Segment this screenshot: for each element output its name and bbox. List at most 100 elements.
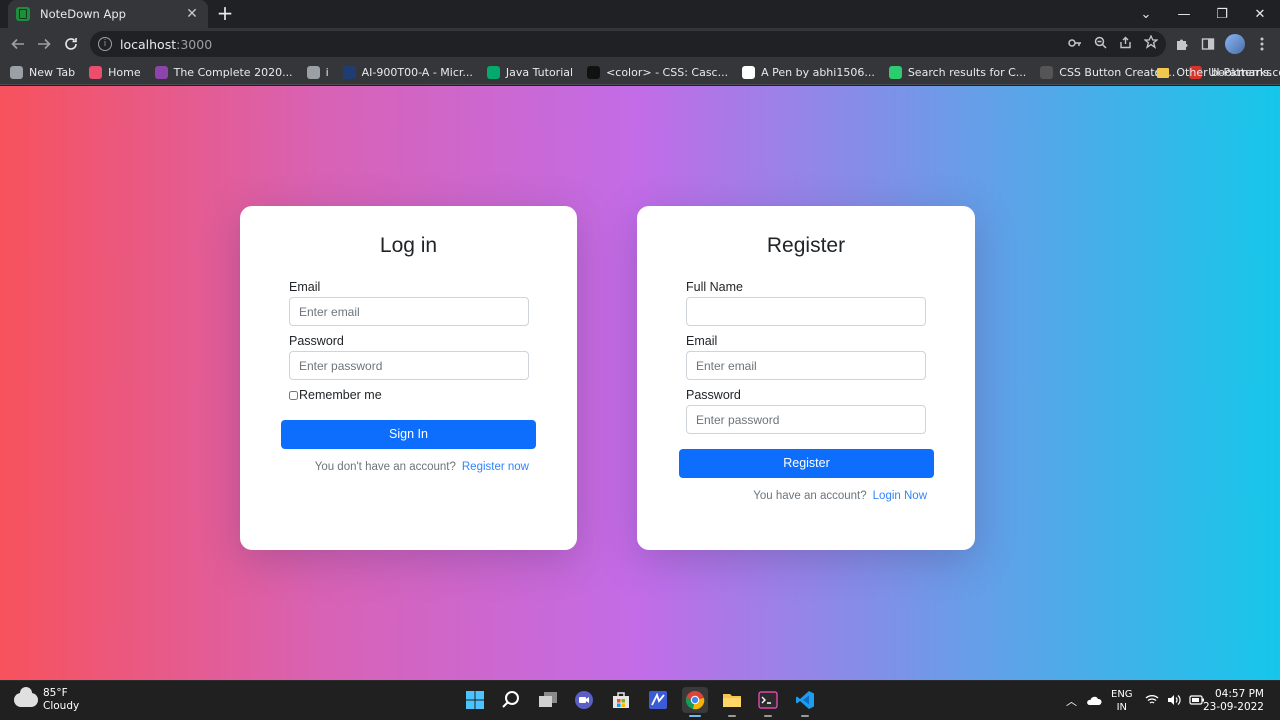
bookmark-favicon-icon (10, 65, 23, 79)
address-bar[interactable]: i localhost:3000 (90, 31, 1166, 57)
bookmark-item[interactable]: Home (89, 65, 141, 79)
remember-me-label: Remember me (299, 388, 382, 402)
register-password-input[interactable] (686, 405, 926, 434)
bookmark-item[interactable]: Java Tutorial (486, 65, 573, 79)
wifi-icon (1145, 694, 1159, 708)
maximize-button[interactable]: ❐ (1203, 0, 1241, 28)
weather-temp: 85°F (43, 687, 68, 699)
sign-in-button[interactable]: Sign In (281, 420, 536, 449)
register-email-input[interactable] (686, 351, 926, 380)
bookmark-item[interactable]: New Tab (10, 65, 76, 79)
tray-overflow-icon[interactable]: ︿ (1066, 681, 1077, 720)
page-viewport: Log in Email Password Remember me Sign I… (0, 86, 1280, 680)
minimize-button[interactable]: — (1165, 0, 1203, 28)
bookmarks-bar: New Tab Home The Complete 2020... i AI-9… (0, 60, 1280, 85)
tab-strip: NoteDown App ✕ + ⌄ — ❐ ✕ (0, 0, 1280, 28)
search-icon[interactable] (498, 687, 524, 713)
login-prompt: You have an account? Login Now (753, 490, 927, 502)
bookmark-favicon-icon (306, 65, 320, 79)
weather-condition: Cloudy (43, 700, 80, 712)
browser-toolbar: i localhost:3000 (0, 28, 1280, 60)
login-now-link[interactable]: Login Now (873, 490, 927, 502)
browser-menu-icon[interactable] (1250, 32, 1274, 56)
language-indicator[interactable]: ENG IN (1111, 681, 1133, 720)
system-clock[interactable]: 04:57 PM 23-09-2022 (1203, 688, 1264, 714)
bookmark-star-icon[interactable] (1143, 34, 1159, 53)
remember-me-checkbox[interactable] (289, 390, 298, 400)
teams-chat-icon[interactable] (571, 687, 597, 713)
bookmark-item[interactable]: AI-900T00-A - Micr... (342, 65, 473, 79)
microsoft-store-icon[interactable] (608, 687, 634, 713)
bookmark-item[interactable]: i (306, 65, 329, 79)
bookmark-favicon-icon (89, 65, 103, 79)
close-window-button[interactable]: ✕ (1241, 0, 1279, 28)
clock-date: 23-09-2022 (1202, 701, 1264, 713)
login-email-input[interactable] (289, 297, 529, 326)
login-password-input[interactable] (289, 351, 529, 380)
onedrive-cloud-icon[interactable] (1086, 681, 1102, 720)
other-bookmarks-label: Other bookmarks (1176, 66, 1272, 79)
tab-search-icon[interactable]: ⌄ (1127, 0, 1165, 28)
bookmark-label: Search results for C... (907, 65, 1027, 79)
reload-icon[interactable] (59, 32, 83, 56)
bookmark-favicon-icon (486, 65, 500, 79)
active-app-indicator (689, 715, 701, 717)
tab-title: NoteDown App (40, 7, 126, 21)
weather-widget[interactable]: 85°F Cloudy (14, 687, 79, 713)
register-prompt-text: You don't have an account? (314, 461, 456, 473)
profile-avatar[interactable] (1223, 32, 1247, 56)
task-view-icon[interactable] (535, 687, 561, 713)
chrome-icon[interactable] (682, 687, 708, 717)
start-windows-icon[interactable] (462, 687, 488, 713)
register-now-link[interactable]: Register now (462, 461, 529, 473)
register-card: Register Full Name Email Password Regist… (637, 206, 975, 550)
vscode-icon[interactable] (792, 687, 818, 717)
browser-tab[interactable]: NoteDown App ✕ (8, 0, 208, 28)
taskbar: 85°F Cloudy ︿ ENG IN 04:57 PM 23-09-2022 (0, 680, 1280, 720)
bookmark-label: A Pen by abhi1506... (761, 65, 875, 79)
register-title: Register (766, 234, 846, 257)
remember-me[interactable]: Remember me (289, 388, 382, 402)
file-explorer-icon[interactable] (719, 687, 745, 717)
bookmark-label: New Tab (29, 65, 76, 79)
register-name-input[interactable] (686, 297, 926, 326)
zoom-icon[interactable] (1094, 36, 1107, 53)
side-panel-icon[interactable] (1196, 32, 1220, 56)
url-port: :3000 (176, 36, 213, 52)
bookmark-item[interactable]: <color> - CSS: Casc... (587, 65, 729, 79)
language-region: IN (1116, 702, 1127, 713)
system-status-group[interactable] (1145, 681, 1205, 720)
share-icon[interactable] (1119, 36, 1132, 53)
back-arrow-icon[interactable] (6, 32, 30, 56)
terminal-icon[interactable] (755, 687, 781, 717)
bookmark-favicon-icon (1040, 65, 1054, 79)
new-tab-button[interactable]: + (214, 3, 236, 25)
notedown-favicon-icon (16, 7, 30, 21)
clock-time: 04:57 PM (1215, 688, 1264, 700)
login-card: Log in Email Password Remember me Sign I… (240, 206, 577, 550)
extensions-puzzle-icon[interactable] (1170, 32, 1194, 56)
bookmark-label: AI-900T00-A - Micr... (361, 65, 473, 79)
forward-arrow-icon[interactable] (32, 32, 56, 56)
bookmark-item[interactable]: Search results for C... (888, 65, 1027, 79)
bookmark-favicon-icon (888, 65, 902, 79)
bookmark-favicon-icon (742, 65, 756, 79)
bookmark-item[interactable]: The Complete 2020... (154, 65, 293, 79)
bookmark-favicon-icon (154, 65, 168, 79)
bookmark-item[interactable]: A Pen by abhi1506... (742, 65, 875, 79)
url-host: localhost (120, 36, 177, 52)
bookmark-label: Home (108, 65, 141, 79)
running-app-indicator (764, 715, 772, 717)
register-name-label: Full Name (686, 280, 743, 294)
tab-close-icon[interactable]: ✕ (184, 6, 200, 22)
bookmark-label: <color> - CSS: Casc... (606, 65, 729, 79)
cloud-icon (14, 687, 38, 707)
running-app-indicator (728, 715, 736, 717)
key-icon[interactable] (1068, 37, 1082, 52)
site-info-icon[interactable]: i (98, 37, 112, 51)
bookmark-favicon-icon (587, 65, 601, 79)
other-bookmarks-folder[interactable]: Other bookmarks (1157, 60, 1272, 85)
register-button[interactable]: Register (679, 449, 934, 478)
folder-icon (1157, 67, 1170, 78)
visual-studio-icon[interactable] (645, 687, 671, 713)
